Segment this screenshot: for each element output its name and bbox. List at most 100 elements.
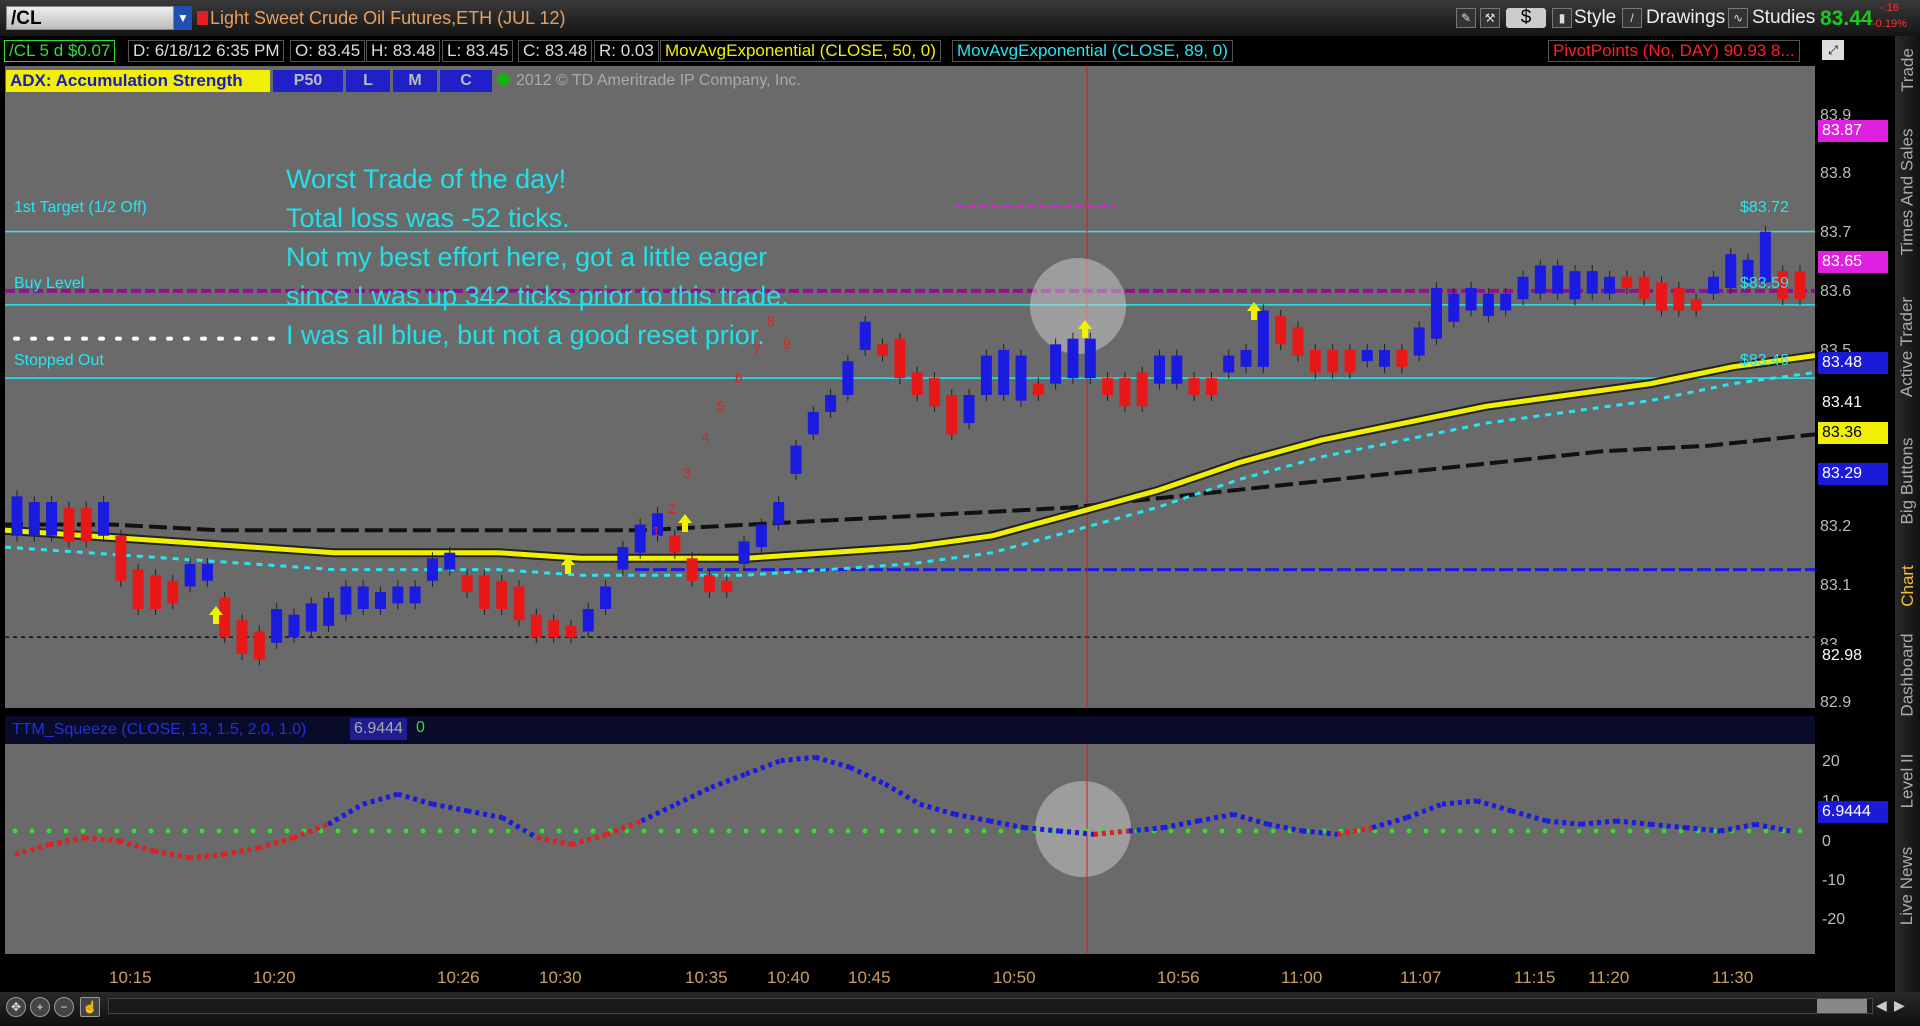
wrench-icon[interactable]: ⚒ — [1480, 8, 1500, 28]
momentum-segment — [1232, 811, 1269, 827]
candle — [1517, 276, 1529, 300]
candle — [548, 620, 560, 638]
tab-label: Big Buttons — [1897, 437, 1917, 525]
candle — [409, 586, 421, 604]
candle — [375, 592, 387, 609]
squeeze-dot — [1406, 828, 1412, 834]
squeeze-dot — [199, 828, 205, 834]
drawings-icon[interactable]: / — [1622, 8, 1642, 28]
price-axis[interactable] — [1815, 66, 1895, 708]
tab-trade[interactable]: Trade — [1895, 40, 1920, 100]
squeeze-dot — [29, 828, 35, 834]
squeeze-dot — [930, 828, 936, 834]
bars-icon[interactable]: ▮ — [1552, 8, 1572, 28]
symbol-dropdown-icon[interactable]: ▼ — [174, 6, 192, 30]
momentum-segment — [1546, 818, 1582, 827]
candle — [392, 586, 404, 604]
drawings-button[interactable]: Drawings — [1646, 6, 1725, 30]
ema89-study-label[interactable]: MovAvgExponential (CLOSE, 89, 0) — [952, 40, 1233, 62]
zoom-out-icon[interactable]: − — [54, 997, 74, 1017]
ttm-tick: 0 — [1822, 833, 1831, 850]
squeeze-dot — [1644, 828, 1650, 834]
ttm-study-label[interactable]: TTM_Squeeze (CLOSE, 13, 1.5, 2.0, 1.0) — [12, 721, 306, 739]
tab-active-trader[interactable]: Active Trader — [1895, 282, 1920, 412]
tab-label: Trade — [1897, 48, 1917, 92]
momentum-segment — [257, 835, 295, 851]
squeeze-dot — [1610, 828, 1616, 834]
tab-big-buttons[interactable]: Big Buttons — [1895, 416, 1920, 546]
pan-icon[interactable]: ✥ — [6, 997, 26, 1017]
price-tick: 83.2 — [1820, 518, 1852, 535]
momentum-segment — [14, 841, 51, 857]
squeeze-dot — [1440, 828, 1446, 834]
candle — [1136, 372, 1148, 407]
candle — [1569, 271, 1581, 300]
tab-dashboard[interactable]: Dashboard — [1895, 620, 1920, 730]
pivot-study-label[interactable]: PivotPoints (No, DAY) 90.93 8... — [1548, 40, 1800, 62]
range-label: R: 0.03 — [594, 40, 659, 62]
tab-times-and-sales[interactable]: Times And Sales — [1895, 112, 1920, 272]
candle — [271, 609, 283, 643]
candle — [1309, 349, 1321, 373]
time-tick: 10:35 — [685, 968, 728, 987]
candle — [1656, 282, 1668, 311]
crosshair-icon[interactable]: ✎ — [1456, 8, 1476, 28]
squeeze-dot — [114, 828, 120, 834]
momentum-segment — [780, 754, 816, 764]
time-tick: 11:00 — [1281, 968, 1323, 987]
ema50-study-label[interactable]: MovAvgExponential (CLOSE, 50, 0) — [660, 40, 941, 62]
tab-live-news[interactable]: Live News — [1895, 836, 1920, 936]
time-tick: 11:30 — [1712, 968, 1754, 987]
hand-cursor-icon[interactable]: ☝ — [80, 997, 100, 1017]
annotation-line: since I was up 342 ticks prior to this t… — [286, 281, 789, 311]
candle — [877, 344, 889, 356]
studies-button[interactable]: Studies — [1752, 6, 1815, 30]
scroll-left-icon[interactable]: ◀ — [1876, 997, 1887, 1014]
tab-label: Level II — [1897, 753, 1917, 809]
zoom-in-icon[interactable]: + — [30, 997, 50, 1017]
squeeze-dot — [97, 828, 103, 834]
symbol-input[interactable]: /CL — [6, 6, 174, 30]
candle — [305, 603, 317, 632]
squeeze-dot — [845, 828, 851, 834]
momentum-segment — [362, 791, 399, 807]
bar-count-label: 3 — [683, 465, 691, 481]
squeeze-dot — [1219, 828, 1225, 834]
candle — [582, 609, 594, 632]
squeeze-dot — [1627, 828, 1633, 834]
expand-icon[interactable]: ⤢ — [1822, 40, 1844, 60]
candle — [115, 535, 127, 581]
candle — [686, 558, 698, 581]
tab-chart[interactable]: Chart — [1895, 556, 1920, 616]
momentum-segment — [536, 835, 573, 847]
candle — [703, 575, 715, 593]
price-marker: 83.36 — [1818, 422, 1888, 444]
momentum-segment — [223, 845, 260, 857]
dollar-button[interactable]: $ — [1506, 8, 1546, 28]
style-button[interactable]: Style — [1574, 6, 1616, 30]
candle — [1275, 316, 1287, 345]
open-label: O: 83.45 — [290, 40, 366, 62]
candle — [1534, 265, 1546, 294]
candle — [634, 524, 646, 553]
annotation-line: I was all blue, but not a good reset pri… — [286, 320, 765, 350]
tab-level-ii[interactable]: Level II — [1895, 736, 1920, 826]
time-scrollbar[interactable] — [108, 998, 1873, 1014]
target-level-label: 1st Target (1/2 Off) — [14, 199, 147, 216]
net-change: -.16 — [1880, 2, 1899, 14]
scrollbar-thumb[interactable] — [1817, 999, 1867, 1013]
squeeze-dot — [981, 828, 987, 834]
ttm-tick: -20 — [1822, 911, 1846, 928]
squeeze-dot — [284, 828, 290, 834]
ttm-value: 6.9444 — [350, 718, 407, 740]
squeeze-dot — [590, 828, 596, 834]
stop-price-label: $83.46 — [1740, 352, 1789, 369]
squeeze-dot — [1236, 828, 1242, 834]
time-tick: 11:07 — [1400, 968, 1442, 987]
studies-icon[interactable]: ∿ — [1728, 8, 1748, 28]
aggregation-label[interactable]: /CL 5 d $0.07 — [4, 40, 116, 62]
price-chart-plot[interactable]: 123456789 — [5, 66, 1815, 708]
scroll-right-icon[interactable]: ▶ — [1894, 997, 1905, 1014]
ttm-squeeze-plot[interactable] — [5, 744, 1815, 954]
price-marker: 82.98 — [1818, 645, 1888, 667]
